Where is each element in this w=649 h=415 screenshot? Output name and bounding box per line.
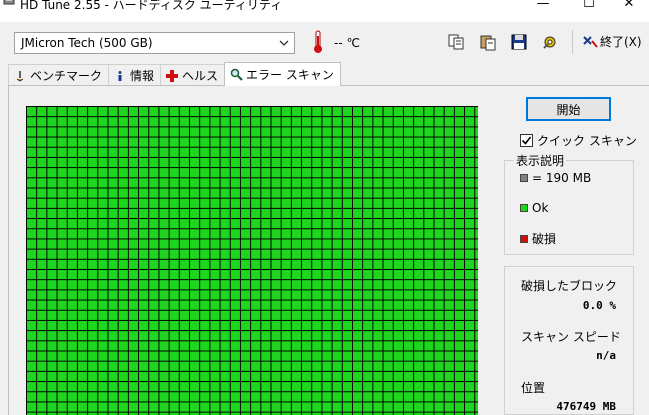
save-icon[interactable]: [509, 32, 529, 52]
drive-select-value: JMicron Tech (500 GB): [21, 36, 153, 50]
tab-label: ベンチマーク: [30, 69, 103, 83]
legend-label: Ok: [532, 201, 549, 215]
legend-label: 破損: [532, 232, 557, 246]
ok-blocks: [26, 106, 478, 415]
position-label: 位置: [521, 381, 546, 395]
magnifier-icon: [229, 68, 243, 82]
tab-info[interactable]: 情報: [108, 64, 162, 86]
green-swatch: [520, 204, 528, 212]
window-title: HD Tune 2.55 - ハードディスク ユーティリティ: [20, 0, 283, 12]
app-icon: [3, 0, 15, 6]
damaged-blocks-label: 破損したブロック: [521, 279, 618, 293]
legend-title: 表示説明: [514, 152, 567, 169]
damaged-blocks-value: 0.0 %: [582, 299, 616, 312]
scan-block-map: [26, 106, 478, 415]
info-icon: [113, 69, 127, 83]
exit-icon: [583, 35, 598, 48]
legend-label: = 190 MB: [532, 171, 592, 185]
legend-item-ok: Ok: [520, 201, 548, 215]
toolbar: JMicron Tech (500 GB) -- ℃ 終了(X): [0, 22, 649, 62]
tab-label: エラー スキャン: [246, 68, 334, 82]
checkmark-icon: [521, 136, 532, 145]
legend-item-damaged: 破損: [520, 230, 556, 247]
tab-label: ヘルス: [182, 69, 219, 83]
start-button[interactable]: 開始: [526, 97, 611, 121]
red-swatch: [520, 234, 528, 243]
scan-speed-label: スキャン スピード: [521, 330, 621, 344]
tab-label: 情報: [130, 69, 155, 83]
toolbar-separator: [572, 30, 573, 54]
speedometer-icon: [13, 69, 27, 83]
legend-item-block-size: = 190 MB: [520, 171, 591, 185]
thermometer-icon: [313, 30, 323, 54]
tab-health[interactable]: ヘルス: [160, 64, 226, 86]
copy-icon[interactable]: [446, 32, 466, 52]
tab-error-scan[interactable]: エラー スキャン: [224, 62, 341, 86]
minimize-button[interactable]: —: [520, 0, 566, 12]
exit-label: 終了(X): [600, 35, 642, 49]
title-bar: HD Tune 2.55 - ハードディスク ユーティリティ — ☐ ✕: [0, 0, 649, 22]
quick-scan-label: クイック スキャン: [537, 134, 637, 148]
paste-icon[interactable]: [478, 32, 498, 52]
close-button[interactable]: ✕: [606, 0, 649, 12]
scan-speed-value: n/a: [596, 349, 616, 362]
tab-benchmark[interactable]: ベンチマーク: [8, 64, 110, 86]
drive-select[interactable]: JMicron Tech (500 GB): [14, 32, 295, 54]
health-cross-icon: [165, 69, 179, 83]
exit-button[interactable]: 終了(X): [582, 33, 642, 50]
quick-scan-option[interactable]: クイック スキャン: [520, 132, 637, 149]
chevron-down-icon: [278, 37, 290, 49]
gray-swatch: [520, 174, 528, 182]
temperature-readout: -- ℃: [334, 36, 360, 50]
tab-strip: ベンチマーク 情報 ヘルス エラー スキャン: [8, 62, 341, 86]
position-value: 476749 MB: [556, 400, 616, 413]
quick-scan-checkbox[interactable]: [520, 134, 533, 147]
options-icon[interactable]: [540, 32, 560, 52]
